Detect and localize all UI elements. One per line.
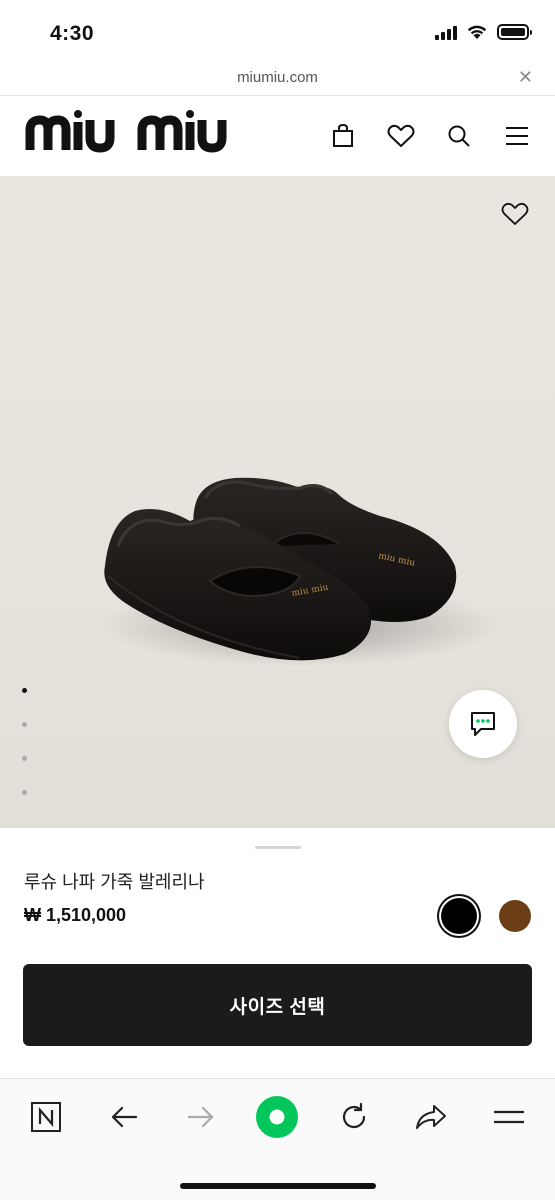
header-icons (327, 120, 533, 152)
share-icon[interactable] (407, 1093, 455, 1141)
url-text[interactable]: miumiu.com (0, 69, 555, 86)
gallery-dot[interactable] (22, 688, 27, 693)
signal-icon (435, 24, 457, 40)
status-icons (435, 24, 532, 40)
select-size-button[interactable]: 사이즈 선택 (23, 964, 532, 1046)
back-icon[interactable] (100, 1093, 148, 1141)
wifi-icon (467, 25, 487, 39)
product-image[interactable]: miu miu miu miu (0, 176, 555, 828)
naver-icon[interactable] (22, 1093, 70, 1141)
gallery-dot[interactable] (22, 756, 27, 761)
search-icon[interactable] (443, 120, 475, 152)
product-info-sheet: 루슈 나파 가죽 발레리나 ₩ 1,510,000 사이즈 선택 (0, 828, 555, 1078)
status-time: 4:30 (50, 22, 95, 45)
color-swatches (441, 898, 531, 934)
bag-icon[interactable] (327, 120, 359, 152)
site-header (0, 96, 555, 176)
color-swatch-brown[interactable] (499, 900, 531, 932)
menu-icon[interactable] (485, 1093, 533, 1141)
product-name: 루슈 나파 가죽 발레리나 (24, 872, 205, 892)
reload-icon[interactable] (330, 1093, 378, 1141)
miu-miu-logo (25, 110, 227, 153)
green-dot-icon[interactable] (253, 1093, 301, 1141)
close-icon[interactable]: ✕ (518, 67, 533, 88)
home-indicator[interactable] (180, 1183, 376, 1189)
hamburger-icon[interactable] (501, 120, 533, 152)
gallery-dot[interactable] (22, 790, 27, 795)
status-bar: 4:30 (0, 0, 555, 66)
brand-logo[interactable] (24, 110, 238, 159)
chat-bubble-icon (471, 712, 495, 736)
heart-icon[interactable] (385, 120, 417, 152)
color-swatch-black[interactable] (441, 898, 477, 934)
chat-button[interactable] (449, 690, 517, 758)
browser-toolbar (0, 1078, 555, 1200)
browser-url-bar[interactable]: miumiu.com ✕ (0, 62, 555, 96)
battery-icon (497, 24, 532, 40)
forward-icon[interactable] (177, 1093, 225, 1141)
sheet-grabber[interactable] (255, 846, 301, 849)
gallery-dot[interactable] (22, 722, 27, 727)
product-price: ₩ 1,510,000 (24, 905, 127, 925)
wishlist-heart-icon[interactable] (501, 202, 529, 231)
gallery-pagination[interactable] (22, 688, 27, 795)
